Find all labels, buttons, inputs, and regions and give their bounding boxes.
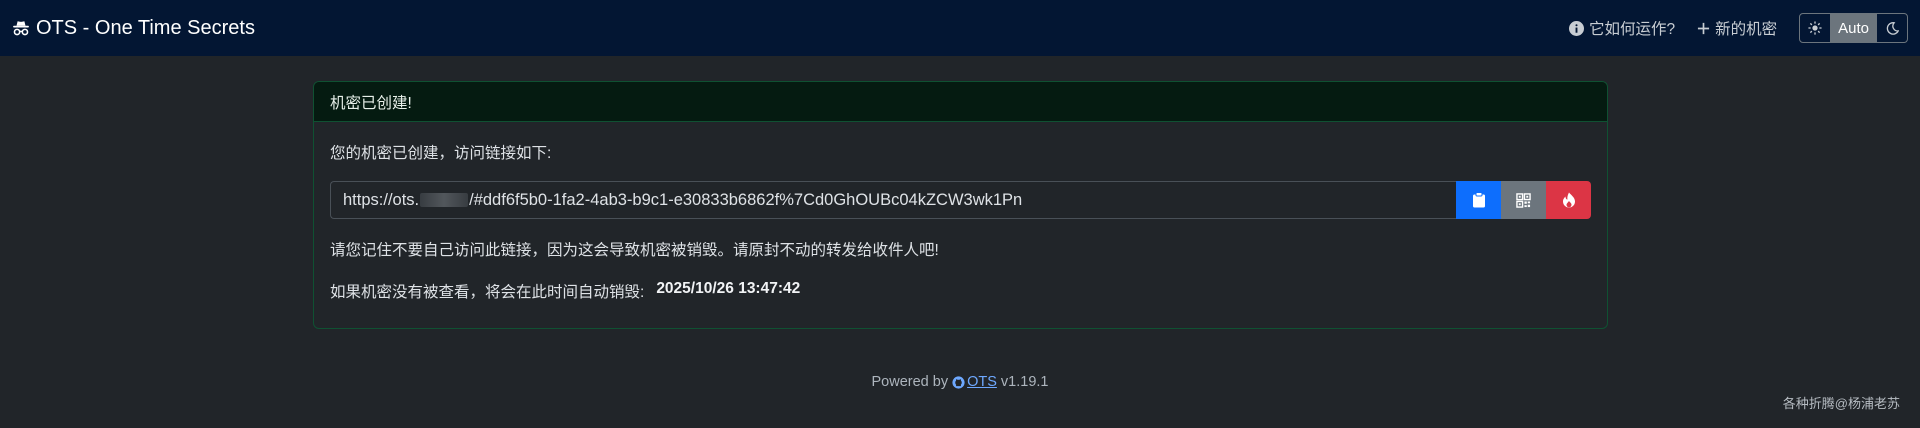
copy-button[interactable] <box>1456 181 1501 219</box>
intro-text: 您的机密已创建，访问链接如下: <box>330 145 552 162</box>
info-circle-icon <box>1569 20 1584 36</box>
expiry-label: 如果机密没有被查看，将会在此时间自动销毁: <box>330 284 645 301</box>
qr-code-button[interactable] <box>1501 181 1546 219</box>
card-header: 机密已创建! <box>314 82 1607 122</box>
moon-icon <box>1886 21 1899 35</box>
footer: Powered by OTS v1.19.1 <box>0 374 1920 390</box>
qr-code-icon <box>1516 192 1531 208</box>
ots-repo-link[interactable]: OTS <box>952 374 997 390</box>
new-secret-link[interactable]: 新的机密 <box>1697 17 1777 39</box>
how-it-works-label: 它如何运作? <box>1589 21 1676 38</box>
url-suffix: /#ddf6f5b0-1fa2-4ab3-b9c1-e30833b6862f%7… <box>469 190 1023 209</box>
redacted-domain <box>420 193 469 207</box>
fire-icon <box>1562 192 1575 208</box>
brand-title: OTS - One Time Secrets <box>36 16 255 39</box>
navbar: OTS - One Time Secrets 它如何运作? 新的机密 Auto <box>0 0 1920 56</box>
secret-created-card: 机密已创建! 您的机密已创建，访问链接如下: https://ots. /#ddf… <box>313 81 1608 329</box>
incognito-icon <box>13 21 29 36</box>
version-text: v1.19.1 <box>1000 374 1049 390</box>
brand[interactable]: OTS - One Time Secrets <box>12 17 255 40</box>
github-icon <box>952 375 965 389</box>
theme-toggle: Auto <box>1799 13 1908 43</box>
expiry-row: 如果机密没有被查看，将会在此时间自动销毁: 2025/10/26 13:47:4… <box>330 280 1591 302</box>
burn-button[interactable] <box>1546 181 1591 219</box>
powered-by-text: Powered by <box>871 374 949 390</box>
watermark: 各种折腾@杨浦老苏 <box>1782 396 1900 411</box>
url-prefix: https://ots. <box>343 190 420 209</box>
expiry-time: 2025/10/26 13:47:42 <box>656 280 801 297</box>
warning-text: 请您记住不要自己访问此链接，因为这会导致机密被销毁。请原封不动的转发给收件人吧! <box>330 242 939 259</box>
theme-dark-button[interactable] <box>1877 14 1907 42</box>
plus-icon <box>1698 22 1710 34</box>
ots-link-label: OTS <box>967 374 997 390</box>
card-body: 您的机密已创建，访问链接如下: https://ots. /#ddf6f5b0-1… <box>314 141 1607 302</box>
theme-auto-button[interactable]: Auto <box>1830 14 1877 42</box>
new-secret-label: 新的机密 <box>1715 21 1778 38</box>
clipboard-icon <box>1472 192 1485 208</box>
theme-light-button[interactable] <box>1800 14 1830 42</box>
how-it-works-link[interactable]: 它如何运作? <box>1569 17 1675 39</box>
secret-link-input[interactable]: https://ots. /#ddf6f5b0-1fa2-4ab3-b9c1-e3… <box>330 181 1456 219</box>
secret-link-group: https://ots. /#ddf6f5b0-1fa2-4ab3-b9c1-e3… <box>330 181 1591 219</box>
sun-icon <box>1808 21 1822 35</box>
